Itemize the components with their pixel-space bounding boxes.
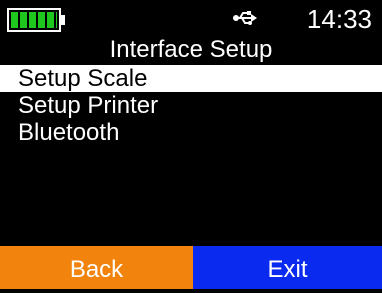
battery-tip: [61, 15, 65, 25]
battery-icon: [7, 8, 61, 32]
usb-icon: [233, 11, 257, 25]
status-bar: 14:33: [0, 0, 382, 34]
battery-level: [11, 12, 57, 28]
menu-list: Setup Scale Setup Printer Bluetooth: [0, 65, 382, 146]
clock: 14:33: [306, 4, 372, 34]
menu-item-setup-printer[interactable]: Setup Printer: [0, 92, 382, 119]
menu-item-bluetooth[interactable]: Bluetooth: [0, 119, 382, 146]
exit-button[interactable]: Exit: [193, 246, 382, 289]
back-button[interactable]: Back: [0, 246, 193, 289]
menu-item-setup-scale[interactable]: Setup Scale: [0, 65, 382, 92]
softkey-bar: Back Exit: [0, 246, 382, 289]
page-title: Interface Setup: [109, 36, 273, 63]
